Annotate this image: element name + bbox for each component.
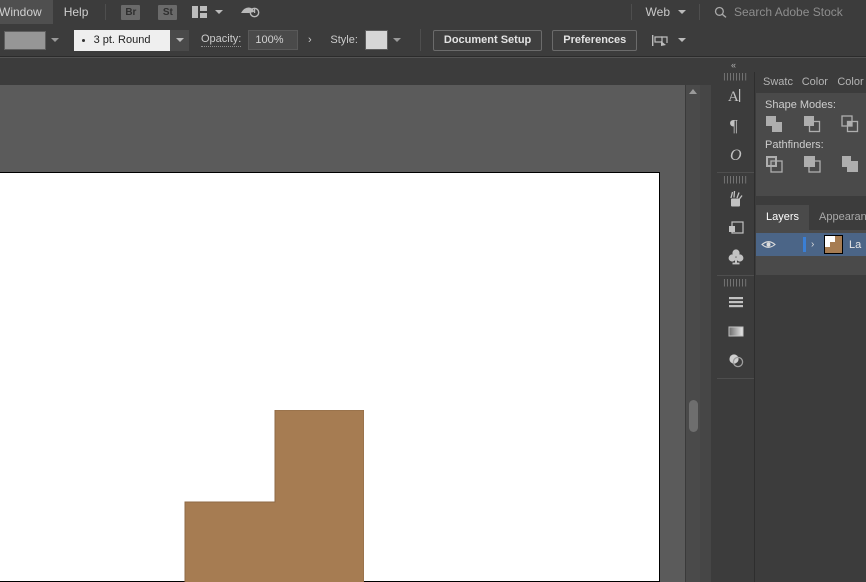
brush-field[interactable]: 3 pt. Round (74, 30, 170, 51)
trim-button[interactable] (803, 155, 821, 173)
chevron-down-icon[interactable] (678, 38, 686, 42)
dock-empty-area (756, 275, 866, 582)
scroll-up-arrow[interactable] (689, 89, 697, 94)
chevron-down-icon (51, 38, 59, 42)
layer-thumbnail[interactable] (824, 235, 843, 254)
opacity-input[interactable]: 100% (248, 30, 298, 50)
panel-group-appearance: |||||||| (717, 278, 754, 379)
character-panel-icon[interactable]: A (717, 81, 755, 110)
bridge-icon[interactable]: Br (121, 5, 140, 20)
menu-help[interactable]: Help (53, 0, 100, 24)
panel-group-grip[interactable]: |||||||| (717, 175, 754, 184)
shape-modes-label: Shape Modes: (756, 93, 866, 115)
menubar-divider-3 (699, 4, 700, 20)
brush-dropdown-button[interactable] (170, 30, 189, 51)
chevron-down-icon (176, 38, 184, 42)
layers-tab-row: Layers Appearance (756, 205, 866, 230)
panel-group-brushes: |||||||| (717, 175, 754, 276)
right-dock: « |||||||| A ¶ O (711, 58, 866, 582)
panel-tab-row: Swatc Color Color (756, 72, 866, 93)
paragraph-panel-icon[interactable]: ¶ (717, 110, 755, 139)
graphic-styles-panel-icon[interactable] (717, 242, 755, 271)
chevron-down-icon[interactable] (215, 10, 223, 14)
pathfinder-panel: Shape Modes: (756, 93, 866, 196)
collapse-panels-icon[interactable]: « (711, 58, 755, 72)
style-swatch[interactable] (365, 30, 388, 50)
staircase-shape[interactable] (99, 410, 364, 582)
pathfinders-row (756, 155, 866, 173)
document-setup-button[interactable]: Document Setup (433, 30, 542, 51)
controlbar-divider (420, 29, 421, 51)
tab-appearance[interactable]: Appearance (809, 205, 866, 230)
align-objects-icon[interactable] (651, 33, 670, 48)
menubar-divider-1 (105, 4, 106, 20)
brushes-panel-icon[interactable] (717, 184, 755, 213)
vertical-scrollbar[interactable] (685, 85, 700, 582)
menubar-right-group: Web Search Adobe Stock (625, 0, 866, 24)
minus-front-button[interactable] (803, 115, 821, 133)
scroll-thumb-vertical[interactable] (689, 400, 698, 432)
panel-group-type: |||||||| A ¶ O (717, 72, 754, 173)
brush-value: 3 pt. Round (94, 34, 151, 46)
layer-row[interactable]: › La (756, 233, 866, 256)
intersect-button[interactable] (841, 115, 859, 133)
control-bar: 3 pt. Round Opacity: 100% › Style: Docum… (0, 24, 866, 57)
divide-button[interactable] (765, 155, 783, 173)
unite-button[interactable] (765, 115, 783, 133)
symbols-panel-icon[interactable] (717, 213, 755, 242)
arrange-documents-icon[interactable] (192, 6, 207, 18)
tab-layers[interactable]: Layers (756, 205, 809, 230)
tab-color-guide[interactable]: Color (830, 72, 866, 93)
illustrator-window: Window Help Br St Web (0, 0, 866, 582)
eye-icon[interactable] (756, 239, 781, 250)
layers-panel: › La (756, 230, 866, 275)
chevron-down-icon[interactable] (678, 10, 686, 14)
chevron-right-icon[interactable]: › (811, 239, 824, 250)
opentype-panel-icon[interactable]: O (717, 139, 755, 168)
stroke-swatch-dropdown[interactable] (46, 31, 64, 50)
search-icon (714, 6, 727, 19)
preferences-button[interactable]: Preferences (552, 30, 637, 51)
search-placeholder: Search Adobe Stock (734, 5, 843, 19)
merge-button[interactable] (841, 155, 859, 173)
creative-cloud-icon[interactable] (240, 4, 260, 20)
menu-bar: Window Help Br St Web (0, 0, 866, 24)
shape-modes-row (756, 115, 866, 133)
document-tab-strip (0, 58, 711, 85)
workspace-switcher[interactable]: Web (638, 5, 670, 19)
artboard[interactable] (0, 172, 660, 582)
opacity-more-button[interactable]: › (301, 30, 318, 50)
menubar-divider-2 (631, 4, 632, 20)
layer-color-bar (803, 237, 806, 252)
align-panel-icon[interactable] (717, 287, 755, 316)
stock-icon[interactable]: St (158, 5, 177, 20)
layer-name[interactable]: La (843, 239, 861, 251)
menu-window[interactable]: Window (0, 0, 53, 24)
chevron-down-icon (393, 38, 401, 42)
brush-bullet-icon (82, 39, 85, 42)
tab-swatches[interactable]: Swatc (756, 72, 795, 93)
panel-icon-strip: |||||||| A ¶ O (717, 72, 755, 582)
opacity-label: Opacity: (201, 33, 241, 47)
panel-group-grip[interactable]: |||||||| (717, 278, 754, 287)
canvas-right-gutter (700, 85, 711, 582)
panel-group-grip[interactable]: |||||||| (717, 72, 754, 81)
transparency-panel-icon[interactable] (717, 345, 755, 374)
brush-definition-combo[interactable]: 3 pt. Round (74, 30, 189, 51)
gradient-panel-icon[interactable] (717, 316, 755, 345)
svg-text:A: A (728, 89, 739, 105)
canvas-area[interactable] (0, 58, 711, 582)
svg-text:¶: ¶ (730, 116, 738, 135)
svg-text:O: O (730, 147, 742, 164)
search-input[interactable]: Search Adobe Stock (706, 0, 866, 24)
style-label: Style: (330, 34, 358, 46)
tab-color[interactable]: Color (795, 72, 831, 93)
style-dropdown-button[interactable] (388, 31, 406, 50)
stroke-color-swatch[interactable] (4, 31, 46, 50)
pathfinders-label: Pathfinders: (756, 133, 866, 155)
